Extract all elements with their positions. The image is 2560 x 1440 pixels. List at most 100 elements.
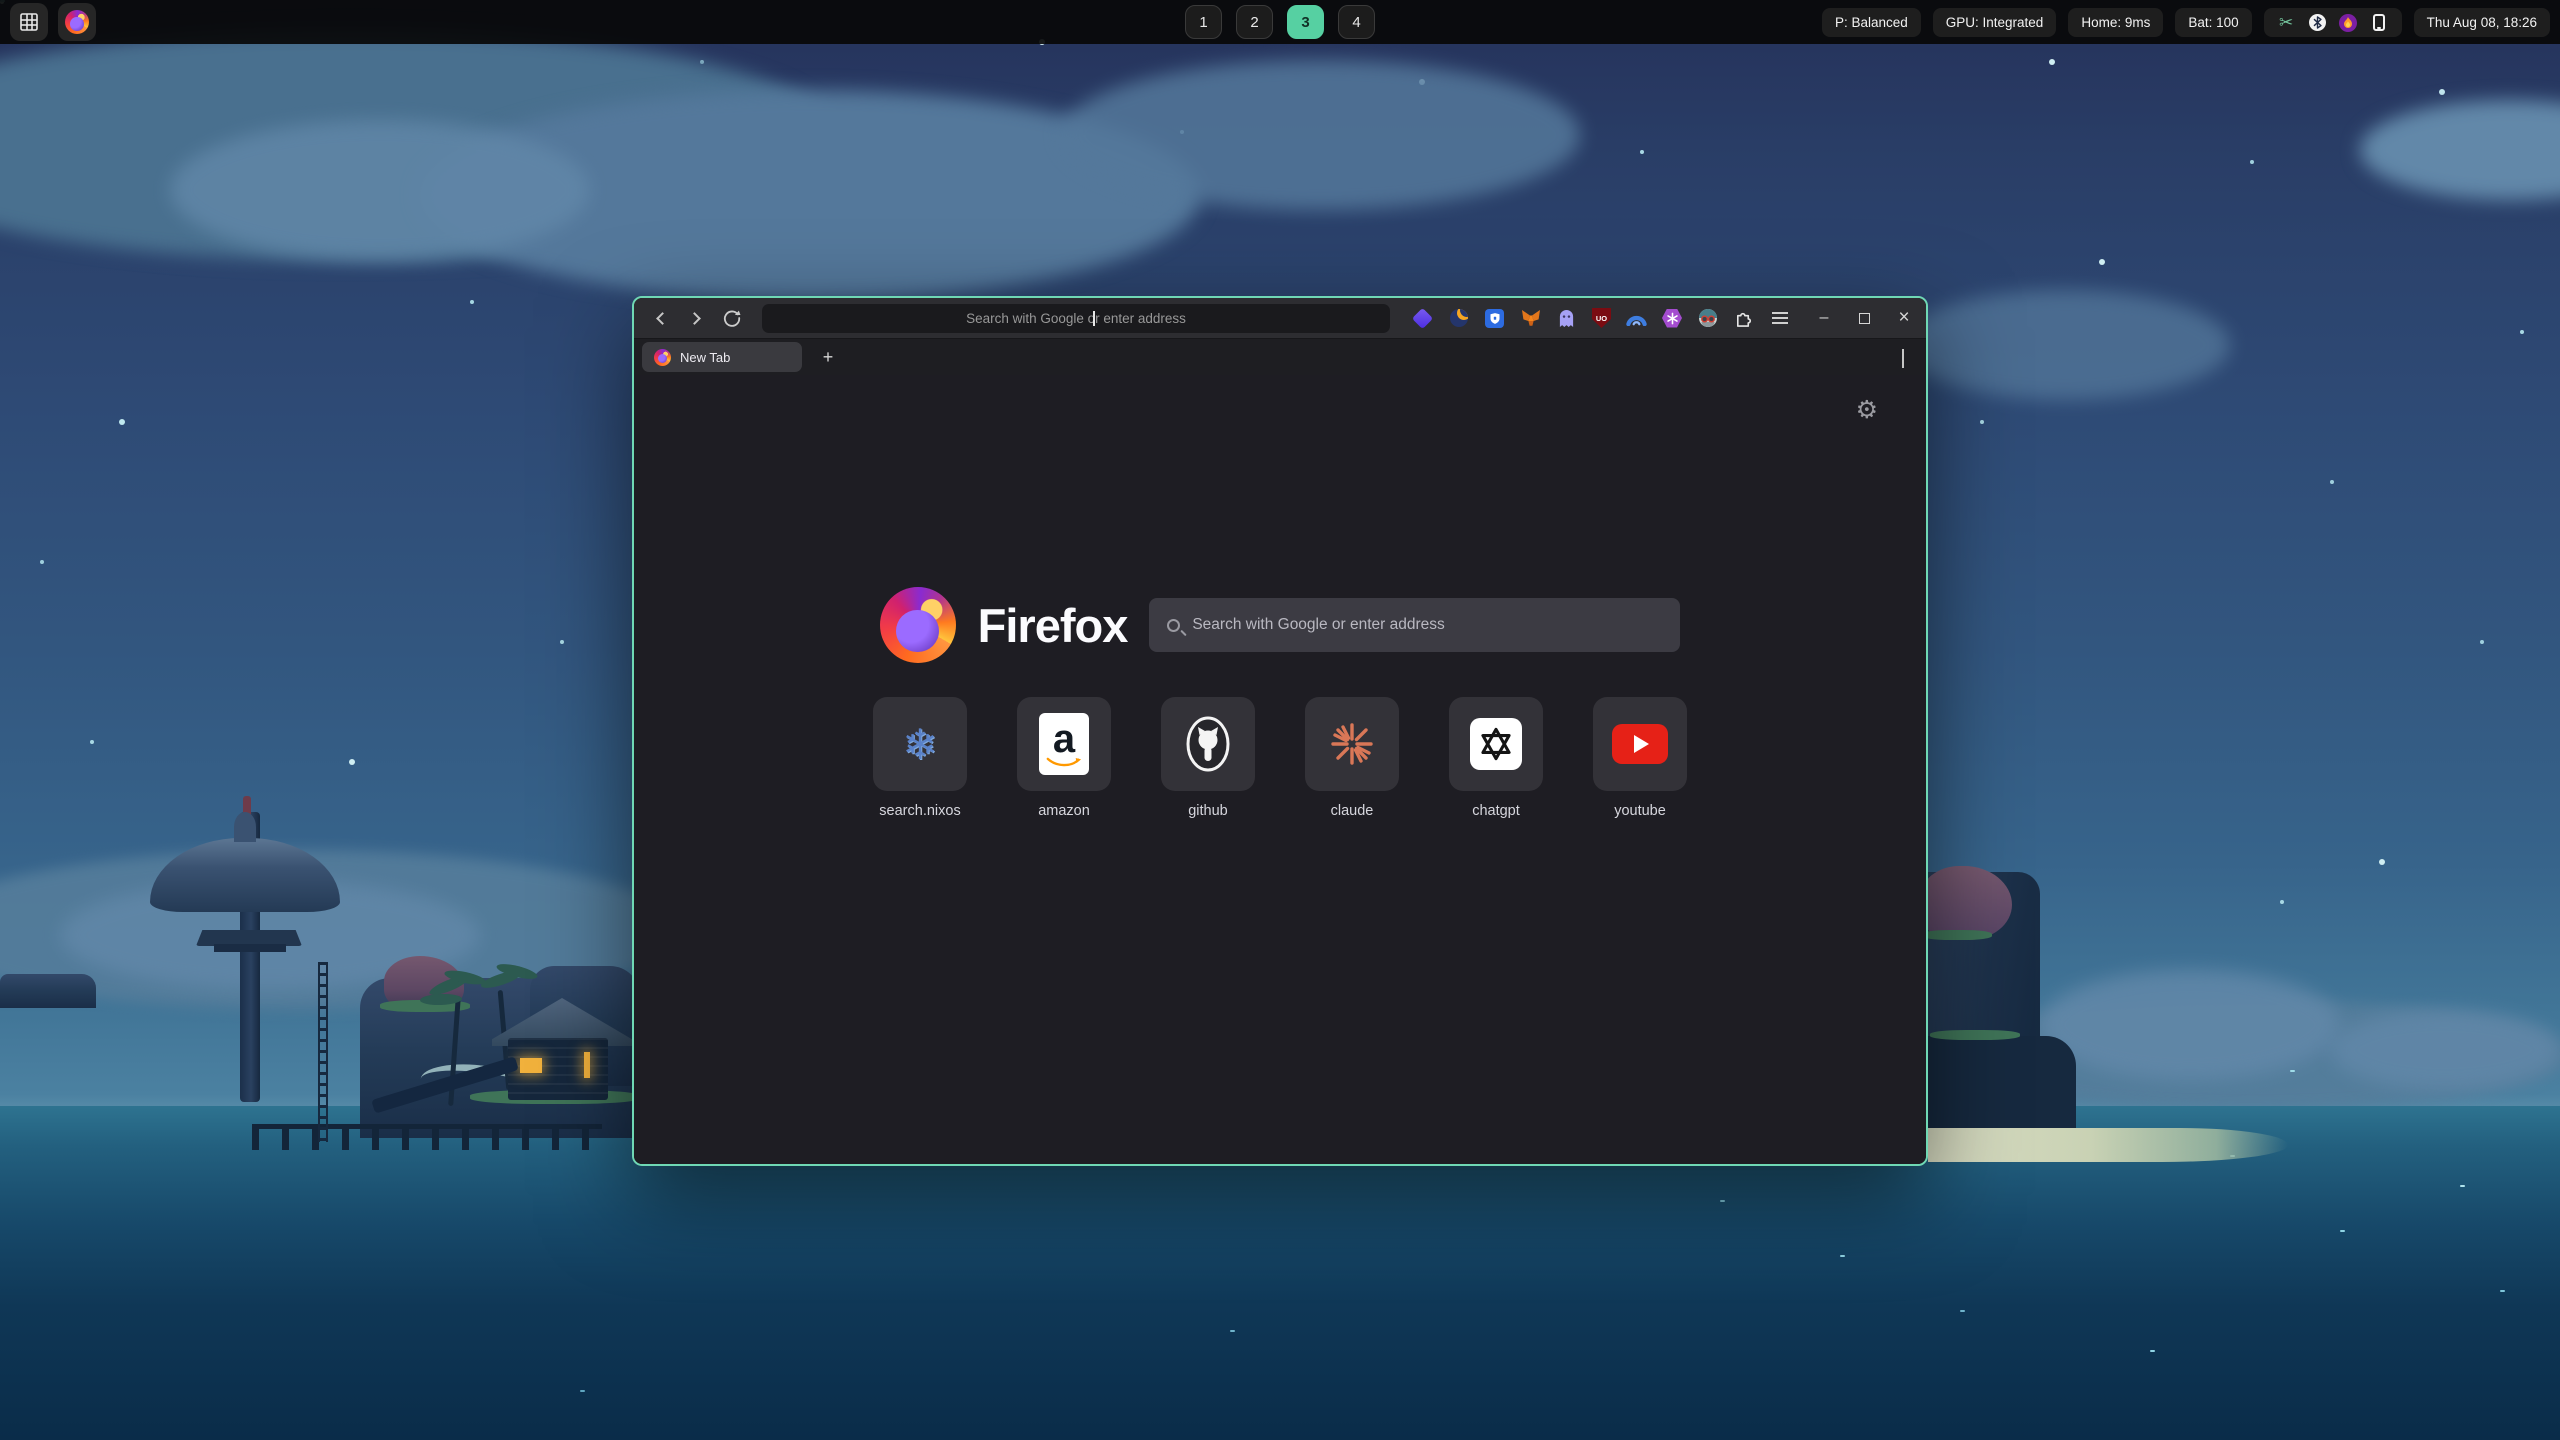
- firefox-launcher-button[interactable]: [58, 3, 96, 41]
- battery-pill[interactable]: Bat: 100: [2175, 8, 2251, 37]
- distant-island: [0, 974, 96, 1008]
- app-launcher-button[interactable]: [10, 3, 48, 41]
- maximize-button[interactable]: [1854, 308, 1874, 328]
- nixos-snowflake-icon: ❄: [902, 720, 937, 769]
- shortcut-label: search.nixos: [879, 803, 960, 819]
- clock-pill[interactable]: Thu Aug 08, 18:26: [2414, 8, 2550, 37]
- metamask-extension-icon[interactable]: [1520, 308, 1541, 329]
- ublock-origin-extension-icon[interactable]: UO: [1592, 308, 1611, 328]
- battery-label: Bat: 100: [2188, 15, 2238, 30]
- forward-button[interactable]: [682, 304, 710, 332]
- shortcut-youtube[interactable]: youtube: [1593, 697, 1687, 819]
- cloud: [1900, 290, 2230, 400]
- search-placeholder: Search with Google or enter address: [1192, 616, 1444, 634]
- pier-fence: [252, 1124, 602, 1150]
- watchtower-ladder: [318, 962, 328, 1142]
- firefox-favicon: [654, 349, 671, 366]
- shortcut-label: amazon: [1038, 803, 1090, 819]
- minimize-button[interactable]: –: [1814, 308, 1834, 328]
- shortcut-amazon[interactable]: a amazon: [1017, 697, 1111, 819]
- chevron-down-icon: [1902, 349, 1904, 368]
- workspace-4[interactable]: 4: [1338, 5, 1375, 39]
- watchtower-platform: [214, 944, 286, 952]
- spy-extension-icon[interactable]: [1697, 308, 1718, 329]
- back-button[interactable]: [646, 304, 674, 332]
- openai-knot-icon: [1470, 718, 1522, 770]
- ping-pill[interactable]: Home: 9ms: [2068, 8, 2163, 37]
- github-octocat-icon: [1185, 715, 1231, 773]
- purple-hexagon-extension-icon[interactable]: [1662, 309, 1682, 328]
- menu-button[interactable]: [1769, 308, 1790, 329]
- gpu-pill[interactable]: GPU: Integrated: [1933, 8, 2057, 37]
- power-profile-label: P: Balanced: [1835, 15, 1908, 30]
- dark-swirl-extension-icon[interactable]: [1448, 308, 1469, 329]
- shortcut-label: claude: [1331, 803, 1374, 819]
- top-bar: 1 2 3 4 P: Balanced GPU: Integrated Home…: [0, 0, 2560, 44]
- ping-label: Home: 9ms: [2081, 15, 2150, 30]
- youtube-play-icon: [1612, 724, 1668, 764]
- phone-icon[interactable]: [2370, 13, 2389, 32]
- power-profile-pill[interactable]: P: Balanced: [1822, 8, 1921, 37]
- workspace-3-active[interactable]: 3: [1287, 5, 1324, 39]
- firefox-wordmark: Firefox: [978, 598, 1128, 653]
- gpu-label: GPU: Integrated: [1946, 15, 2044, 30]
- firefox-icon: [65, 10, 89, 34]
- personalize-gear-icon[interactable]: ⚙: [1856, 395, 1878, 425]
- hut-window-glow: [584, 1052, 590, 1078]
- firefox-window: Search with Google or enter address: [632, 296, 1928, 1166]
- bitwarden-extension-icon[interactable]: [1484, 308, 1505, 329]
- ghostery-extension-icon[interactable]: [1556, 308, 1577, 329]
- new-tab-page: ⚙ Firefox Search with Google or enter ad…: [634, 375, 1926, 1166]
- extension-toolbar: UO: [1412, 308, 1790, 329]
- grass: [1930, 1030, 2020, 1040]
- hamburger-icon: [1772, 312, 1788, 324]
- shortcut-github[interactable]: github: [1161, 697, 1255, 819]
- desktop: 1 2 3 4 P: Balanced GPU: Integrated Home…: [0, 0, 2560, 1440]
- workspace-2[interactable]: 2: [1236, 5, 1273, 39]
- maximize-icon: [1859, 313, 1870, 324]
- cloud: [170, 120, 590, 260]
- text-caret: [1093, 311, 1095, 326]
- amazon-icon: a: [1039, 713, 1089, 775]
- urlbar-placeholder: Search with Google or enter address: [966, 311, 1186, 326]
- back-icon: [656, 312, 669, 325]
- shortcut-chatgpt[interactable]: chatgpt: [1449, 697, 1543, 819]
- shortcut-label: youtube: [1614, 803, 1666, 819]
- shortcut-tiles: ❄ search.nixos a amazon: [634, 697, 1926, 819]
- reload-icon: [723, 309, 741, 327]
- forward-icon: [688, 312, 701, 325]
- tab-bar: New Tab +: [634, 338, 1926, 375]
- close-button[interactable]: ×: [1894, 308, 1914, 328]
- grass: [1922, 930, 1992, 940]
- scissors-icon[interactable]: ✂: [2277, 13, 2296, 32]
- tab-new-tab[interactable]: New Tab: [642, 342, 802, 372]
- cloud: [2040, 970, 2340, 1080]
- cloud: [2330, 1010, 2560, 1090]
- search-icon: [1167, 619, 1180, 632]
- cloud: [1060, 60, 1580, 210]
- firefox-logo: [880, 587, 956, 663]
- list-all-tabs-button[interactable]: [1902, 349, 1914, 361]
- purple-gem-extension-icon[interactable]: [1412, 308, 1433, 329]
- bluetooth-icon[interactable]: [2308, 13, 2327, 32]
- tab-label: New Tab: [680, 350, 730, 365]
- reload-button[interactable]: [718, 304, 746, 332]
- newtab-search-input[interactable]: Search with Google or enter address: [1149, 598, 1680, 652]
- url-bar[interactable]: Search with Google or enter address: [762, 304, 1390, 333]
- extensions-puzzle-button[interactable]: [1733, 308, 1754, 329]
- shortcut-label: chatgpt: [1472, 803, 1520, 819]
- app-grid-icon: [19, 12, 39, 32]
- nordvpn-extension-icon[interactable]: [1626, 308, 1647, 329]
- right-cliff-rock: [1920, 866, 2012, 940]
- navigation-toolbar: Search with Google or enter address: [634, 298, 1926, 338]
- shortcut-claude[interactable]: claude: [1305, 697, 1399, 819]
- hut-window-glow: [520, 1058, 542, 1073]
- workspace-1[interactable]: 1: [1185, 5, 1222, 39]
- shortcut-search-nixos[interactable]: ❄ search.nixos: [873, 697, 967, 819]
- new-tab-button[interactable]: +: [814, 343, 842, 371]
- shortcut-label: github: [1188, 803, 1228, 819]
- flameshot-icon[interactable]: [2339, 13, 2358, 32]
- system-tray: ✂: [2264, 8, 2402, 37]
- workspace-switcher: 1 2 3 4: [1185, 5, 1375, 39]
- beach-sand: [1928, 1128, 2288, 1162]
